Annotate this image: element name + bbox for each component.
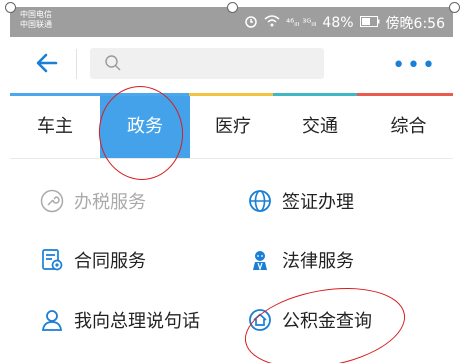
wrench-circle-icon bbox=[40, 189, 64, 213]
service-label: 法律服务 bbox=[282, 251, 354, 272]
signal-icon: ⁴⁶ᵢₗₗ ³ᴳᵢₗₗ bbox=[286, 17, 317, 29]
divider bbox=[76, 49, 77, 79]
service-label: 签证办理 bbox=[282, 192, 354, 213]
search-box[interactable] bbox=[90, 48, 324, 81]
app-screen: 中国电信 中国联通 ⁴⁶ᵢₗₗ ³ᴳᵢₗₗ 48% 傍晚6:56 ••• 车主 … bbox=[0, 0, 463, 363]
battery-percent: 48% bbox=[322, 15, 354, 31]
category-tabs: 车主 政务 医疗 交通 综合 bbox=[10, 96, 453, 159]
annotation-circle bbox=[238, 276, 412, 363]
service-label: 办税服务 bbox=[74, 192, 146, 213]
corner-handle bbox=[449, 2, 460, 13]
service-visa[interactable]: 签证办理 bbox=[248, 186, 354, 216]
more-button[interactable]: ••• bbox=[392, 53, 437, 78]
corner-handle bbox=[5, 2, 16, 13]
corner-handle bbox=[227, 2, 238, 13]
clock: 傍晚6:56 bbox=[385, 16, 445, 32]
tab-medical[interactable]: 医疗 bbox=[190, 96, 276, 158]
search-icon bbox=[105, 55, 121, 71]
carrier-labels: 中国电信 中国联通 bbox=[20, 10, 52, 30]
service-tax[interactable]: 办税服务 bbox=[40, 186, 146, 216]
judge-icon bbox=[253, 251, 267, 271]
wifi-icon bbox=[264, 14, 280, 32]
status-right: ⁴⁶ᵢₗₗ ³ᴳᵢₗₗ 48% 傍晚6:56 bbox=[244, 13, 445, 33]
service-label: 我向总理说句话 bbox=[74, 311, 200, 332]
tab-owner[interactable]: 车主 bbox=[10, 96, 100, 158]
service-message-premier[interactable]: 我向总理说句话 bbox=[40, 305, 200, 335]
carrier-1: 中国电信 bbox=[20, 10, 52, 19]
service-label: 合同服务 bbox=[74, 251, 146, 272]
service-legal[interactable]: 法律服务 bbox=[248, 245, 354, 275]
back-button[interactable] bbox=[36, 51, 58, 75]
contract-icon bbox=[42, 249, 63, 271]
arrow-left-icon bbox=[36, 53, 58, 73]
tab-transport[interactable]: 交通 bbox=[276, 96, 364, 158]
battery-icon bbox=[359, 15, 380, 31]
search-bar-row: ••• bbox=[10, 37, 453, 95]
carrier-2: 中国联通 bbox=[20, 20, 52, 29]
globe-icon bbox=[249, 190, 271, 212]
alarm-icon bbox=[244, 14, 258, 32]
person-icon bbox=[41, 310, 63, 331]
service-contract[interactable]: 合同服务 bbox=[40, 245, 146, 275]
tab-general[interactable]: 综合 bbox=[364, 96, 453, 158]
search-input[interactable] bbox=[130, 48, 319, 81]
